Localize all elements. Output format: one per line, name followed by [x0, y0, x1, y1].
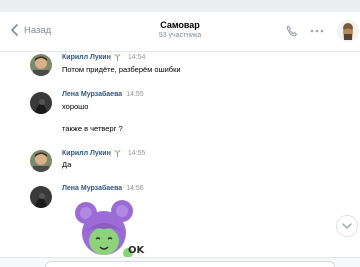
message-author[interactable]: Кирилл Лукин [62, 150, 111, 157]
avatar[interactable] [30, 92, 52, 114]
phone-icon[interactable] [285, 24, 299, 38]
message-author[interactable]: Кирилл Лукин [62, 54, 111, 61]
chat-avatar[interactable] [337, 20, 359, 42]
avatar[interactable] [30, 186, 52, 208]
message-time: 14:55 [126, 91, 144, 98]
message-text: также в четверг ? [62, 124, 123, 133]
more-icon[interactable] [309, 24, 325, 38]
message-time: 14:56 [126, 185, 144, 192]
back-label: Назад [24, 24, 52, 36]
scroll-down-button[interactable] [336, 215, 358, 237]
message-author[interactable]: Лена Мурзабаева [62, 185, 122, 192]
avatar[interactable] [30, 150, 52, 172]
avatar[interactable] [30, 54, 52, 76]
message-author[interactable]: Лена Мурзабаева [62, 91, 122, 98]
plant-icon [114, 150, 121, 157]
message-composer [0, 257, 360, 267]
chat-title-block[interactable]: Самовар 53 участника [120, 20, 240, 39]
chat-title: Самовар [160, 20, 200, 30]
message-text: хорошо [62, 102, 89, 111]
message-text: Потом придёте, разберём ошибки [62, 65, 181, 74]
chevron-left-icon [11, 24, 18, 36]
chevron-down-icon [342, 222, 352, 229]
message-time: 14:54 [127, 53, 146, 61]
message-input[interactable] [45, 261, 335, 267]
message-time: 14:55 [127, 149, 146, 157]
chat-window: Назад Самовар 53 участника Кирилл Лукин … [0, 12, 360, 267]
back-button[interactable]: Назад [10, 24, 51, 36]
message-text: Да [62, 160, 72, 169]
chat-header: Назад Самовар 53 участника [0, 12, 360, 52]
chat-member-count: 53 участника [158, 32, 202, 39]
sticker-caption: OK [128, 245, 145, 256]
plant-icon [114, 54, 121, 61]
